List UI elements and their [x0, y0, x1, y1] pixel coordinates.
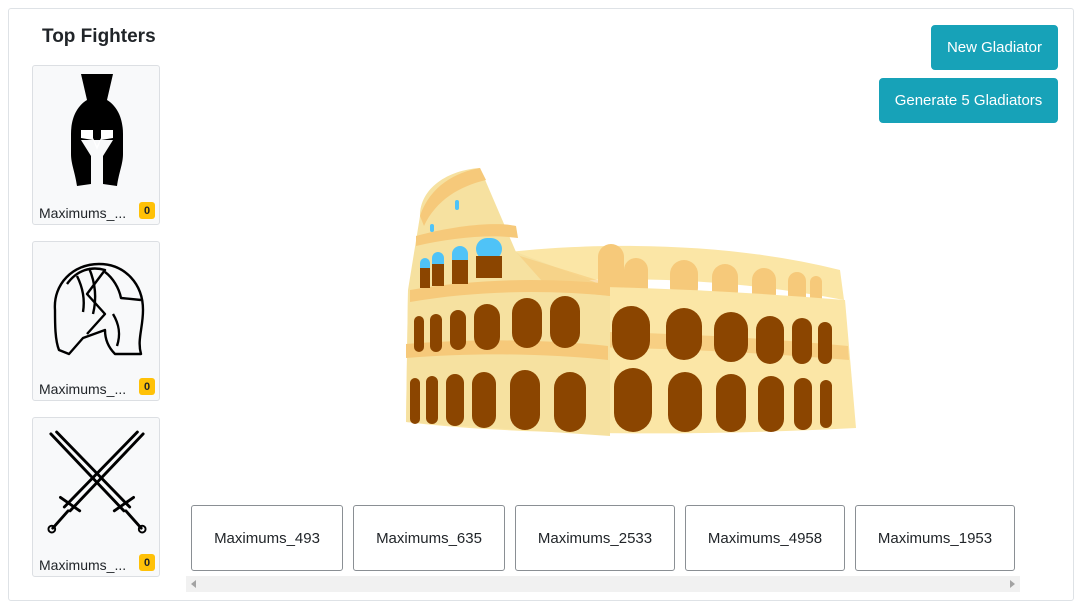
gladiator-helmet-icon — [47, 246, 147, 366]
fighter-name: Maximums_... — [39, 381, 127, 397]
sidebar-title: Top Fighters — [42, 26, 156, 47]
gladiator-button[interactable]: Maximums_493 — [191, 505, 343, 571]
score-badge: 0 — [139, 554, 155, 571]
scroll-right-arrow-icon[interactable] — [1010, 580, 1015, 588]
gladiator-button[interactable]: Maximums_635 — [353, 505, 505, 571]
fighter-card[interactable]: Maximums_... 0 — [32, 65, 160, 225]
gladiator-button[interactable]: Maximums_4958 — [685, 505, 845, 571]
new-gladiator-button[interactable]: New Gladiator — [931, 25, 1058, 70]
fighter-name: Maximums_... — [39, 205, 127, 221]
fighter-name: Maximums_... — [39, 557, 127, 573]
gladiator-button[interactable]: Maximums_1953 — [855, 505, 1015, 571]
score-badge: 0 — [139, 378, 155, 395]
horizontal-scrollbar[interactable] — [186, 576, 1020, 592]
scroll-left-arrow-icon[interactable] — [191, 580, 196, 588]
crossed-swords-icon — [47, 422, 147, 542]
spartan-helmet-icon — [47, 70, 147, 190]
score-badge: 0 — [139, 202, 155, 219]
gladiator-list[interactable]: Maximums_493 Maximums_635 Maximums_2533 … — [186, 500, 1020, 592]
generate-gladiators-button[interactable]: Generate 5 Gladiators — [879, 78, 1058, 123]
fighter-card[interactable]: Maximums_... 0 — [32, 241, 160, 401]
colosseum-illustration — [400, 160, 860, 440]
fighter-card[interactable]: Maximums_... 0 — [32, 417, 160, 577]
gladiator-button[interactable]: Maximums_2533 — [515, 505, 675, 571]
